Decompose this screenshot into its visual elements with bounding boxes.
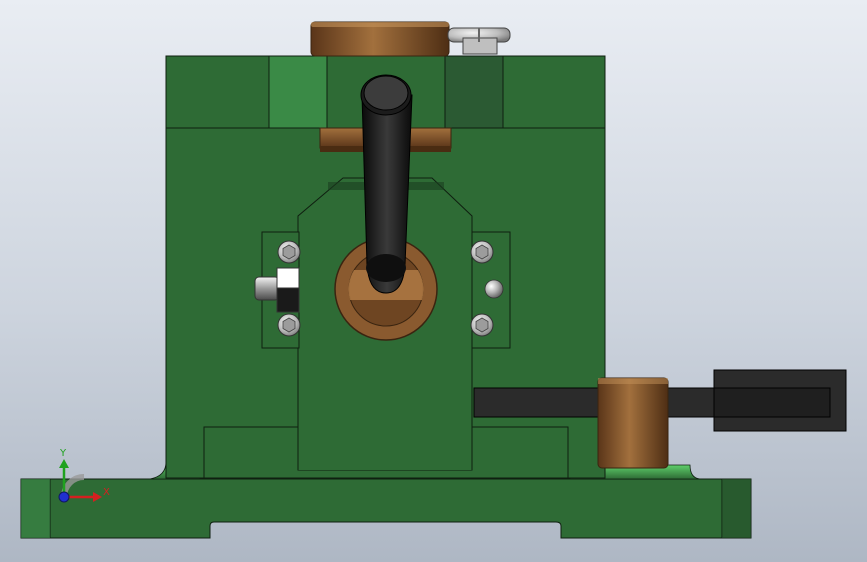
triad-x-label: X: [103, 487, 110, 498]
triad-y-label: Y: [59, 448, 67, 459]
triad-z-dot-icon: [58, 491, 70, 503]
screw-right-top[interactable]: [470, 240, 494, 264]
top-panel-shadow: [444, 55, 504, 129]
cad-viewport[interactable]: X Y: [0, 0, 867, 562]
handle-lever[interactable]: [360, 74, 413, 294]
detent-ball[interactable]: [484, 279, 504, 299]
top-panel-highlight: [268, 55, 328, 129]
screw-right-bottom[interactable]: [470, 313, 494, 337]
top-bronze-plate[interactable]: [310, 21, 450, 57]
handle-knob-cap: [363, 75, 409, 111]
screw-left-bottom[interactable]: [277, 313, 301, 337]
screw-left-top[interactable]: [277, 240, 301, 264]
base-plate[interactable]: [20, 478, 752, 539]
top-screw[interactable]: [447, 27, 511, 55]
triad-y-arrow-icon: [59, 459, 69, 468]
arm-bronze-post[interactable]: [597, 377, 669, 469]
